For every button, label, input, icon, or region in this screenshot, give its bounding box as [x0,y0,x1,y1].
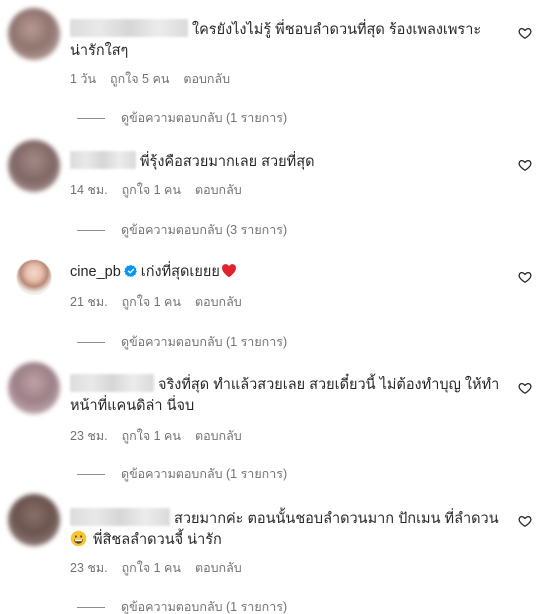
comment-meta: 23 ชม. ถูกใจ 1 คน ตอบกลับ [70,426,242,446]
view-replies-label: ดูข้อความตอบกลับ (1 รายการ) [121,335,288,349]
comment-text: จริงที่สุด ทำแล้วสวยเลย สวยเดี๋ยวนี้ ไม่… [70,374,502,417]
comment-time[interactable]: 23 ชม. [70,429,108,443]
comment-meta: 21 ชม. ถูกใจ 1 คน ตอบกลับ [70,292,242,312]
heart-outline-icon[interactable] [518,514,532,528]
divider [77,117,105,119]
comment-likes[interactable]: ถูกใจ 1 คน [122,183,181,197]
reply-button[interactable]: ตอบกลับ [183,72,230,86]
comment-text: พี่รุ้งคือสวยมากเลย สวยที่สุด [70,151,502,173]
avatar[interactable] [8,140,60,192]
comment-time[interactable]: 14 ชม. [70,183,108,197]
comment-likes[interactable]: ถูกใจ 1 คน [122,561,181,575]
avatar[interactable] [8,494,60,546]
verified-badge-icon [123,264,137,278]
heart-outline-icon[interactable] [518,26,532,40]
divider [77,473,105,475]
view-replies-button[interactable]: ดูข้อความตอบกลับ (1 รายการ) [77,108,287,128]
heart-outline-icon[interactable] [518,158,532,172]
username[interactable]: cine_pb [70,264,121,280]
comment-text: ใครยังไงไม่รู้ พี่ชอบลำดวนที่สุด ร้องเพล… [70,19,502,62]
comment-body-line2: พี่สิชลลำดวนจี้ น่ารัก [93,532,222,548]
comment-text: สวยมากค่ะ ตอนนั้นชอบลำดวนมาก ปักเมน ที่ล… [70,508,502,551]
comment-likes[interactable]: ถูกใจ 5 คน [110,72,169,86]
avatar[interactable] [8,8,60,60]
divider [77,606,105,608]
reply-button[interactable]: ตอบกลับ [195,295,242,309]
reply-button[interactable]: ตอบกลับ [195,183,242,197]
comment-body: เก่งที่สุดเยยย [140,264,220,280]
view-replies-button[interactable]: ดูข้อความตอบกลับ (3 รายการ) [77,220,287,240]
divider [77,341,105,343]
comment-time[interactable]: 1 วัน [70,72,96,86]
reply-button[interactable]: ตอบกลับ [195,429,242,443]
view-replies-button[interactable]: ดูข้อความตอบกลับ (1 รายการ) [77,464,287,484]
username-redacted[interactable] [70,374,154,392]
view-replies-label: ดูข้อความตอบกลับ (1 รายการ) [121,600,288,614]
view-replies-label: ดูข้อความตอบกลับ (1 รายการ) [121,467,288,481]
red-heart-emoji [221,264,236,278]
avatar[interactable] [16,259,52,295]
comment-time[interactable]: 23 ชม. [70,561,108,575]
comment-meta: 14 ชม. ถูกใจ 1 คน ตอบกลับ [70,180,242,200]
comment-meta: 1 วัน ถูกใจ 5 คน ตอบกลับ [70,69,230,89]
comment-time[interactable]: 21 ชม. [70,295,108,309]
view-replies-label: ดูข้อความตอบกลับ (3 รายการ) [121,223,288,237]
username-redacted[interactable] [70,508,170,526]
username-redacted[interactable] [70,19,188,37]
grinning-face-emoji [70,530,87,547]
heart-outline-icon[interactable] [518,270,532,284]
comment-text: cine_pb เก่งที่สุดเยยย [70,262,502,283]
comment-likes[interactable]: ถูกใจ 1 คน [122,295,181,309]
reply-button[interactable]: ตอบกลับ [195,561,242,575]
comment-body: พี่รุ้งคือสวยมากเลย สวยที่สุด [140,154,315,170]
username-redacted[interactable] [70,151,136,169]
comment-meta: 23 ชม. ถูกใจ 1 คน ตอบกลับ [70,558,242,578]
comment-body: สวยมากค่ะ ตอนนั้นชอบลำดวนมาก ปักเมน ที่ล… [174,511,499,527]
comment-likes[interactable]: ถูกใจ 1 คน [122,429,181,443]
heart-outline-icon[interactable] [518,381,532,395]
view-replies-button[interactable]: ดูข้อความตอบกลับ (1 รายการ) [77,332,287,352]
avatar[interactable] [8,362,60,414]
view-replies-label: ดูข้อความตอบกลับ (1 รายการ) [121,111,288,125]
view-replies-button[interactable]: ดูข้อความตอบกลับ (1 รายการ) [77,597,287,614]
divider [77,229,105,231]
